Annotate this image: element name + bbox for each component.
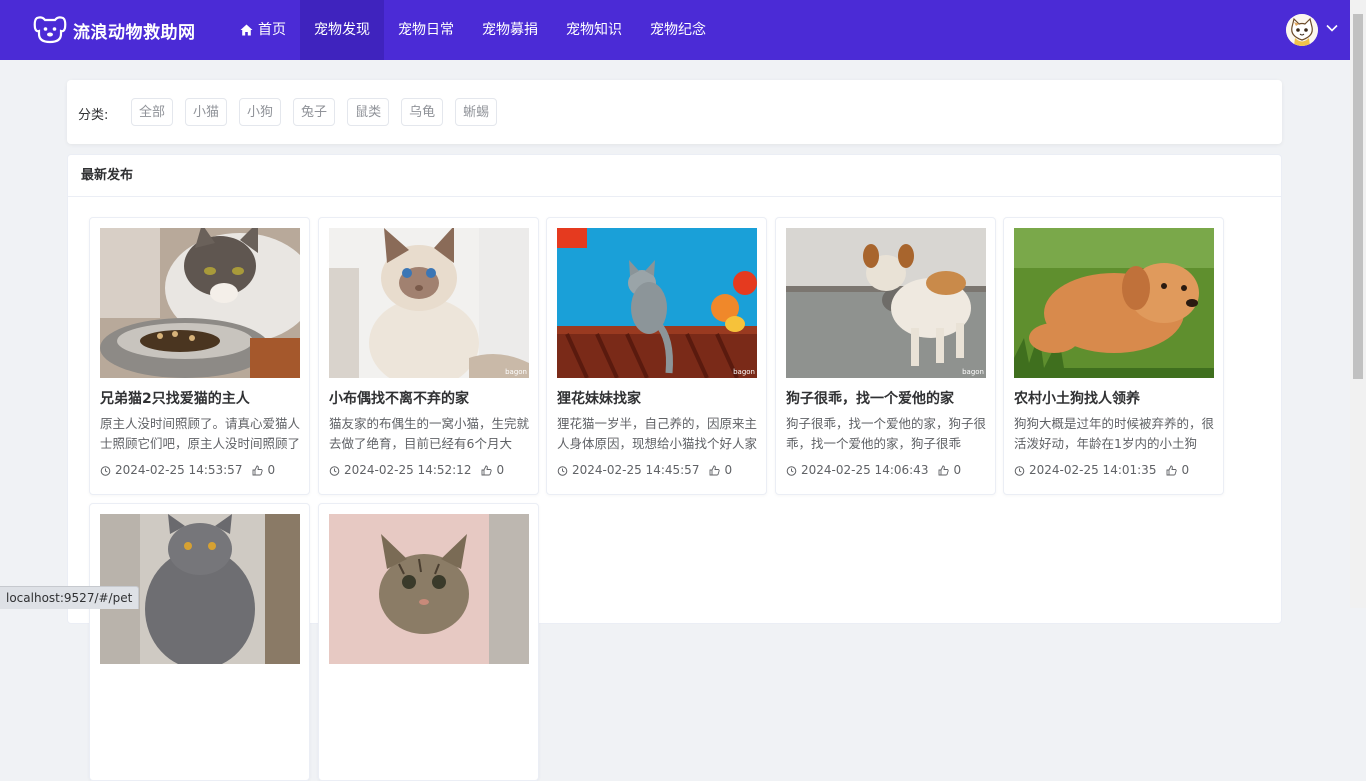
- like-count: 0: [724, 463, 733, 477]
- pet-card[interactable]: [89, 503, 310, 781]
- pet-time: 2024-02-25 14:52:12: [344, 463, 472, 477]
- category-label: 分类:: [78, 108, 109, 123]
- pet-photo[interactable]: [329, 514, 529, 664]
- pet-meta: 2024-02-25 14:53:57 0: [100, 463, 275, 477]
- pet-title[interactable]: 狗子很乖，找一个爱他的家: [786, 388, 991, 408]
- pet-card[interactable]: 兄弟猫2只找爱猫的主人 原主人没时间照顾了。请真心爱猫人士照顾它们吧，原主人没时…: [89, 217, 310, 495]
- tag-rabbit[interactable]: 兔子: [293, 98, 336, 126]
- ragdoll-kitten-photo-icon: [329, 228, 529, 378]
- tag-cat[interactable]: 小猫: [185, 98, 228, 126]
- latest-posts-title: 最新发布: [68, 155, 1281, 197]
- user-avatar[interactable]: [1286, 14, 1318, 46]
- category-tags: 全部 小猫 小狗 兔子 鼠类 乌龟 蜥蜴: [131, 98, 509, 126]
- pet-card[interactable]: 农村小土狗找人领养 狗狗大概是过年的时候被弃养的，很活泼好动，年龄在1岁内的小土…: [1003, 217, 1224, 495]
- pet-photo[interactable]: [1014, 228, 1214, 378]
- pet-title[interactable]: 兄弟猫2只找爱猫的主人: [100, 388, 305, 408]
- pet-title[interactable]: 狸花妹妹找家: [557, 388, 762, 408]
- pet-desc: 狸花猫一岁半，自己养的，因原来主人身体原因，现想给小猫找个好人家: [557, 416, 758, 451]
- cartoon-cat-avatar-icon: [1286, 14, 1318, 46]
- pet-card[interactable]: bagon 狸花妹妹找家 狸花猫一岁半，自己养的，因原来主人身体原因，现想给小猫…: [546, 217, 767, 495]
- thumbs-up-icon: [482, 465, 493, 475]
- pet-photo[interactable]: bagon: [329, 228, 529, 378]
- puppy-grass-photo-icon: [1014, 228, 1214, 378]
- pet-time: 2024-02-25 14:06:43: [801, 463, 929, 477]
- clock-icon: [786, 465, 797, 476]
- pet-photo[interactable]: bagon: [786, 228, 986, 378]
- pet-photo[interactable]: bagon: [557, 228, 757, 378]
- like-button[interactable]: 0: [252, 463, 275, 477]
- site-brand[interactable]: 流浪动物救助网: [73, 18, 196, 43]
- main-nav: 首页 宠物发现 宠物日常 宠物募捐 宠物知识 宠物纪念: [226, 0, 720, 60]
- thumbs-up-icon: [710, 465, 721, 475]
- clock-icon: [1014, 465, 1025, 476]
- tag-all[interactable]: 全部: [131, 98, 174, 126]
- pet-meta: 2024-02-25 14:52:12 0: [329, 463, 504, 477]
- like-button[interactable]: 0: [481, 463, 504, 477]
- like-count: 0: [1181, 463, 1190, 477]
- pet-time: 2024-02-25 14:45:57: [572, 463, 700, 477]
- tag-rodent[interactable]: 鼠类: [347, 98, 390, 126]
- pet-title[interactable]: 小布偶找不离不弃的家: [329, 388, 534, 408]
- category-filter-card: 分类: 全部 小猫 小狗 兔子 鼠类 乌龟 蜥蜴: [67, 80, 1282, 144]
- like-button[interactable]: 0: [1166, 463, 1189, 477]
- nav-pet-discover[interactable]: 宠物发现: [300, 0, 384, 60]
- pet-meta: 2024-02-25 14:45:57 0: [557, 463, 732, 477]
- thumbs-up-icon: [1167, 465, 1178, 475]
- latest-posts-card: 最新发布 兄弟猫2只找爱猫的主人 原主人没时间照顾了。请真心爱猫人士照顾它们吧，…: [67, 154, 1282, 781]
- pet-desc: 狗子很乖，找一个爱他的家，狗子很乖，找一个爱他的家，狗子很乖: [786, 416, 987, 451]
- pet-desc: 猫友家的布偶生的一窝小猫，生完就去做了绝育，目前已经有6个月大: [329, 416, 530, 451]
- photo-watermark: bagon: [733, 368, 755, 376]
- nav-pet-donation[interactable]: 宠物募捐: [468, 0, 552, 60]
- pet-desc: 狗狗大概是过年的时候被弃养的，很活泼好动，年龄在1岁内的小土狗: [1014, 416, 1215, 451]
- thumbs-up-icon: [939, 465, 950, 475]
- pet-meta: 2024-02-25 14:06:43 0: [786, 463, 961, 477]
- thumbs-up-icon: [253, 465, 264, 475]
- top-navbar: 流浪动物救助网 首页 宠物发现 宠物日常 宠物募捐 宠物知识 宠物纪念: [0, 0, 1350, 60]
- like-count: 0: [267, 463, 276, 477]
- nav-home[interactable]: 首页: [226, 0, 300, 60]
- home-icon: [240, 24, 253, 36]
- pet-meta: 2024-02-25 14:01:35 0: [1014, 463, 1189, 477]
- pet-title[interactable]: 农村小土狗找人领养: [1014, 388, 1219, 408]
- nav-pet-daily[interactable]: 宠物日常: [384, 0, 468, 60]
- pet-card[interactable]: [318, 503, 539, 781]
- clock-icon: [329, 465, 340, 476]
- tabby-cat-photo-icon: [557, 228, 757, 378]
- small-dog-photo-icon: [786, 228, 986, 378]
- tag-dog[interactable]: 小狗: [239, 98, 282, 126]
- nav-pet-knowledge[interactable]: 宠物知识: [552, 0, 636, 60]
- like-count: 0: [496, 463, 505, 477]
- pet-time: 2024-02-25 14:01:35: [1029, 463, 1157, 477]
- tag-turtle[interactable]: 乌龟: [401, 98, 444, 126]
- like-button[interactable]: 0: [709, 463, 732, 477]
- like-count: 0: [953, 463, 962, 477]
- pet-desc: 原主人没时间照顾了。请真心爱猫人士照顾它们吧，原主人没时间照顾了: [100, 416, 301, 451]
- nav-home-label: 首页: [258, 22, 286, 38]
- cat-eating-photo-icon: [100, 228, 300, 378]
- like-button[interactable]: 0: [938, 463, 961, 477]
- pet-card[interactable]: bagon 狗子很乖，找一个爱他的家 狗子很乖，找一个爱他的家，狗子很乖，找一个…: [775, 217, 996, 495]
- dog-logo-icon[interactable]: [33, 14, 67, 44]
- browser-status-url: localhost:9527/#/pet: [0, 586, 140, 609]
- photo-watermark: bagon: [962, 368, 984, 376]
- pet-card[interactable]: bagon 小布偶找不离不弃的家 猫友家的布偶生的一窝小猫，生完就去做了绝育，目…: [318, 217, 539, 495]
- clock-icon: [557, 465, 568, 476]
- nav-pet-memorial[interactable]: 宠物纪念: [636, 0, 720, 60]
- tag-lizard[interactable]: 蜥蜴: [455, 98, 498, 126]
- scrollbar-thumb[interactable]: [1353, 14, 1363, 379]
- pet-photo[interactable]: [100, 228, 300, 378]
- chevron-down-icon[interactable]: [1326, 24, 1338, 32]
- tabby-kitten-photo-icon: [329, 514, 529, 664]
- pet-time: 2024-02-25 14:53:57: [115, 463, 243, 477]
- photo-watermark: bagon: [505, 368, 527, 376]
- page-scrollbar[interactable]: [1350, 0, 1366, 608]
- clock-icon: [100, 465, 111, 476]
